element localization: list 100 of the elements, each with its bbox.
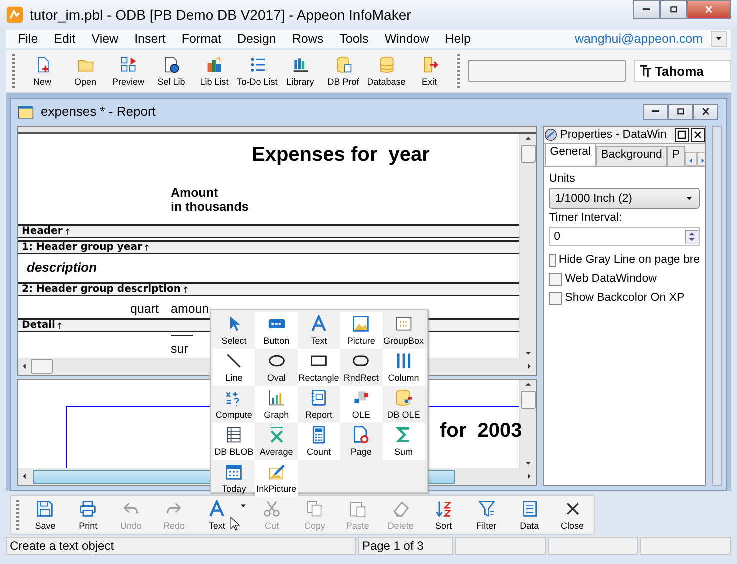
database-icon [334, 56, 352, 74]
line-icon [225, 352, 244, 370]
palette-tool[interactable]: Picture [340, 312, 383, 349]
menu-item[interactable]: Window [376, 32, 438, 46]
menu-item[interactable]: Format [174, 32, 230, 46]
toolbar-button[interactable]: New [21, 54, 64, 88]
font-name-field[interactable]: Tahoma [634, 60, 731, 82]
preview-icon [120, 56, 138, 74]
funnel-icon [478, 500, 496, 518]
tab-scroll-left-button[interactable] [685, 152, 698, 166]
caret-down-icon [238, 502, 248, 510]
font-icon [639, 64, 653, 78]
toolbar-button[interactable]: Text [196, 498, 239, 532]
palette-tool[interactable]: Graph [255, 386, 298, 423]
menu-item[interactable]: Tools [332, 32, 377, 46]
bookshelf-icon [292, 56, 310, 74]
toolbar-button[interactable]: DB Prof [322, 54, 365, 88]
palette-tool[interactable]: InkPicture [255, 460, 298, 497]
minimize-icon [651, 110, 660, 113]
toolbar-button[interactable]: Data [508, 498, 552, 532]
account-link[interactable]: wanghui@appeon.com [574, 32, 711, 46]
palette-tool[interactable]: Line [213, 349, 256, 386]
palette-tool[interactable]: DB OLE [382, 386, 425, 423]
palette-tool[interactable]: DB BLOB [213, 423, 256, 460]
checkbox-label: Web DataWindow [565, 273, 657, 285]
up-arrow-icon [56, 320, 64, 330]
toolbar-button[interactable]: Exit [408, 54, 451, 88]
palette-tool[interactable]: OLE [340, 386, 383, 423]
menu-item[interactable]: Design [229, 32, 284, 46]
toolbar-button[interactable]: Save [24, 498, 67, 532]
palette-tool[interactable]: Rectangle [298, 349, 340, 386]
menu-item[interactable]: File [10, 32, 46, 46]
palette-tool[interactable]: Compute [213, 386, 256, 423]
close-icon [693, 130, 704, 140]
up-arrow-icon [143, 242, 152, 252]
palette-tool[interactable]: Page [340, 423, 383, 460]
band-label: Header [22, 226, 63, 237]
checkbox[interactable] [549, 272, 562, 286]
close-button[interactable] [693, 104, 718, 120]
checkbox-label: Hide Gray Line on page bre [558, 254, 700, 266]
palette-tool[interactable]: Text [298, 312, 340, 349]
scroll-thumb[interactable] [520, 391, 536, 409]
toolbar-button[interactable]: Open [64, 54, 107, 88]
band-label: 2: Header group description [22, 284, 181, 295]
palette-tool[interactable]: RndRect [340, 349, 383, 386]
toolbar-button[interactable]: Print [66, 498, 110, 532]
toolbar-button[interactable]: Library [279, 54, 322, 88]
toolbar-button[interactable]: Close [551, 498, 594, 532]
vertical-scrollbar[interactable] [519, 134, 536, 358]
list-icon [248, 56, 266, 74]
report-field: quart [18, 302, 159, 316]
units-dropdown[interactable]: 1/1000 Inch (2) [549, 188, 700, 209]
report-field: amoun [171, 302, 210, 316]
up-arrow-icon [182, 284, 190, 294]
palette-tool[interactable]: Count [298, 423, 340, 460]
maximize-button[interactable] [675, 128, 690, 142]
palette-tool[interactable]: Oval [255, 349, 298, 386]
toolbar-field[interactable] [468, 60, 626, 82]
toolbar-button[interactable]: Filter [465, 498, 508, 532]
palette-tool[interactable]: Sum [382, 423, 425, 460]
menu-item[interactable]: Help [437, 32, 479, 46]
palette-tool[interactable]: Select [213, 312, 256, 349]
tab-scroll-right-button[interactable] [697, 152, 706, 166]
bar-chart-icon [268, 389, 286, 407]
palette-tool[interactable]: Average [255, 423, 298, 460]
toolbar-button[interactable]: To-Do List [236, 54, 279, 88]
picture-icon [352, 315, 370, 333]
scissors-icon [263, 500, 282, 518]
close-button[interactable] [691, 128, 706, 142]
checkbox[interactable] [549, 292, 562, 304]
tab[interactable]: P [667, 146, 686, 166]
toolbar-button[interactable]: Lib List [193, 54, 236, 88]
palette-tool[interactable]: Report [298, 386, 340, 423]
toolbar-button[interactable]: Sort [422, 498, 466, 532]
toolbar-button[interactable]: Sel Lib [150, 54, 193, 88]
minimize-button[interactable] [643, 104, 668, 120]
scroll-thumb[interactable] [31, 359, 53, 374]
tab[interactable]: General [545, 144, 596, 166]
database-icon [394, 389, 413, 407]
menu-item[interactable]: Rows [284, 32, 332, 46]
books-icon [206, 56, 224, 74]
minimize-button[interactable] [633, 0, 660, 19]
tab[interactable]: Background [596, 146, 668, 166]
column-heading: Amount [171, 186, 220, 200]
palette-tool[interactable]: Column [382, 349, 425, 386]
menu-item[interactable]: Edit [46, 32, 84, 46]
account-dropdown-button[interactable] [711, 31, 727, 47]
maximize-button[interactable] [660, 0, 687, 19]
group-box-icon [394, 315, 413, 333]
toolbar-button[interactable]: Database [365, 54, 408, 88]
palette-tool[interactable]: Today [213, 460, 256, 497]
menu-item[interactable]: Insert [126, 32, 174, 46]
menu-item[interactable]: View [84, 32, 127, 46]
toolbar-button[interactable]: Preview [107, 54, 150, 88]
checkbox[interactable] [549, 254, 556, 266]
palette-tool[interactable]: Button [255, 312, 298, 349]
text-tool-icon [208, 500, 226, 518]
maximize-button[interactable] [668, 104, 693, 120]
timer-input-field[interactable]: 0 [549, 227, 700, 246]
scroll-thumb[interactable] [520, 145, 536, 163]
